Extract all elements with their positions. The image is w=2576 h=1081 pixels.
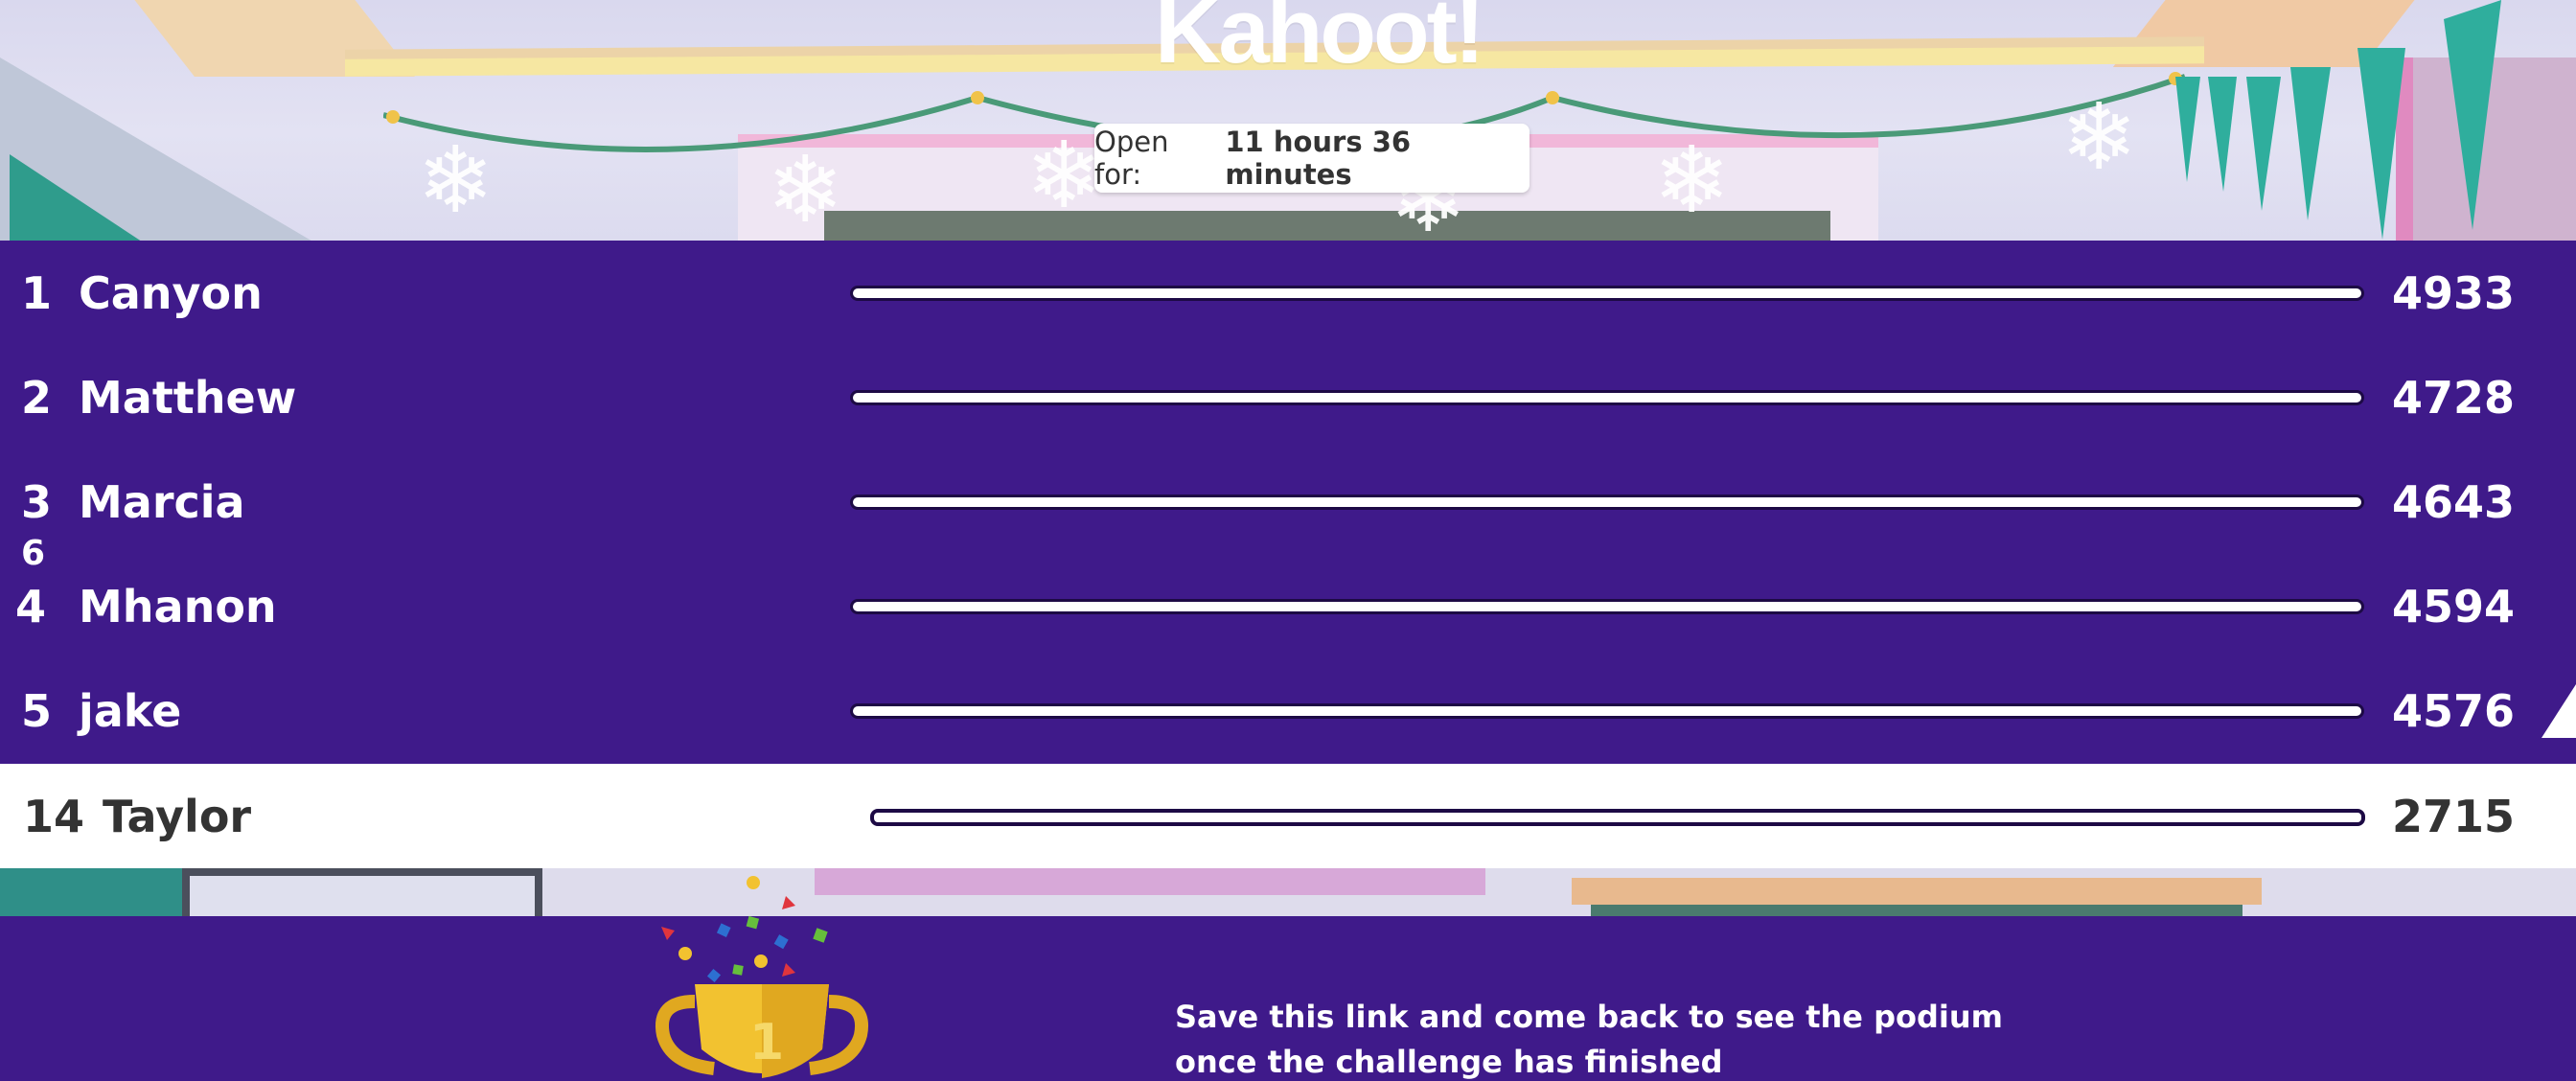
snowflake-icon: ❄ xyxy=(417,126,494,234)
classroom-background-lower xyxy=(0,868,2576,916)
background-desk-top xyxy=(1572,878,2262,905)
current-player-row: 14 Taylor 2715 xyxy=(0,764,2576,868)
leaderboard-row: 2 Matthew 4728 xyxy=(0,345,2576,449)
player-score: 4594 xyxy=(2391,580,2515,632)
background-tv xyxy=(182,868,542,916)
kahoot-challenge-leaderboard: ❄ ❄ ❄ ❄ ❄ ❄ Kahoot! Open for: 11 hours 3… xyxy=(0,0,2576,1081)
current-player-score: 2715 xyxy=(2391,790,2515,842)
score-bar xyxy=(853,602,2361,611)
leaderboard: 1 Canyon 4933 2 Matthew 4728 3 Marcia 46… xyxy=(0,241,2576,764)
player-name: Mhanon xyxy=(79,580,277,632)
snowflake-icon: ❄ xyxy=(1653,126,1731,234)
current-player-name: Taylor xyxy=(103,790,252,842)
kahoot-logo: Kahoot! xyxy=(1155,0,1485,82)
leaderboard-row: 3 Marcia 4643 xyxy=(0,449,2576,554)
score-bar xyxy=(853,706,2361,716)
rank-up-arrow-icon xyxy=(2542,684,2576,738)
score-bar xyxy=(853,288,2361,298)
snowflake-icon: ❄ xyxy=(767,136,844,241)
leaderboard-row: 1 Canyon 4933 xyxy=(0,241,2576,345)
player-score: 4933 xyxy=(2391,266,2515,319)
current-player-score-bar xyxy=(870,809,2365,826)
pennant-bunting xyxy=(2175,0,2501,240)
background-teal-block xyxy=(0,868,182,916)
score-bar xyxy=(853,393,2361,402)
snowflake-icon: ❄ xyxy=(1025,122,1103,229)
player-rank: 4 xyxy=(15,580,47,632)
background-pink-shelf xyxy=(815,868,1485,895)
score-bar xyxy=(853,497,2361,507)
player-name: Marcia xyxy=(79,475,245,528)
player-rank: 2 xyxy=(21,371,53,424)
player-name: Canyon xyxy=(79,266,263,319)
timer-label: Open for: xyxy=(1094,126,1169,191)
footer-message: Save this link and come back to see the … xyxy=(1175,995,2037,1081)
player-rank: 5 xyxy=(21,684,53,737)
player-score: 4728 xyxy=(2391,371,2515,424)
player-name: Matthew xyxy=(79,371,297,424)
leaderboard-row: 4 Mhanon 4594 xyxy=(0,554,2576,658)
current-player-rank: 14 xyxy=(23,790,85,842)
footer-message-line2: once the challenge has finished xyxy=(1175,1044,1723,1080)
background-desk xyxy=(1591,905,2242,916)
trophy-number: 1 xyxy=(749,1014,784,1071)
snowflake-icon: ❄ xyxy=(2060,83,2138,191)
player-rank: 1 xyxy=(21,266,53,319)
player-score: 4576 xyxy=(2391,684,2515,737)
player-score: 4643 xyxy=(2391,475,2515,528)
footer-message-line1: Save this link and come back to see the … xyxy=(1175,999,2003,1035)
leaderboard-row: 5 jake 4576 xyxy=(0,658,2576,763)
trophy-icon: 1 xyxy=(656,876,868,1078)
challenge-timer: Open for: 11 hours 36 minutes xyxy=(1094,124,1530,193)
player-name: jake xyxy=(79,684,182,737)
timer-value: 11 hours 36 minutes xyxy=(1225,126,1412,191)
